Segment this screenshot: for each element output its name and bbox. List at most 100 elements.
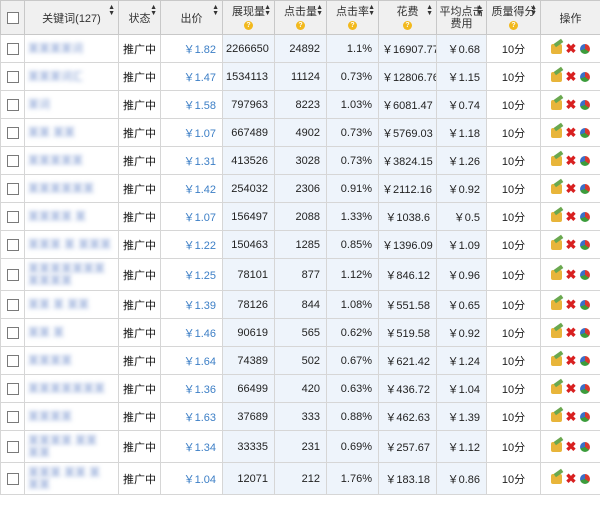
question-icon[interactable]: ?	[509, 20, 518, 30]
bid-cell[interactable]: ￥1.07	[160, 118, 223, 147]
bid-cell[interactable]: ￥1.04	[160, 462, 223, 495]
checkbox-box[interactable]	[6, 268, 19, 281]
question-icon[interactable]: ?	[403, 20, 412, 30]
edit-icon[interactable]	[550, 183, 562, 194]
keyword-cell[interactable]: 某某某某某某某 某某某某	[24, 258, 119, 291]
edit-icon[interactable]	[550, 299, 562, 310]
delete-icon[interactable]: ✖	[566, 182, 577, 195]
keyword-cell[interactable]: 某某 某某	[24, 118, 119, 147]
question-icon[interactable]: ?	[296, 20, 305, 30]
checkbox-box[interactable]	[6, 382, 19, 395]
sort-arrows-icon[interactable]: ▲ ▼	[264, 4, 271, 17]
edit-icon[interactable]	[550, 441, 562, 452]
keyword-text[interactable]: 某某 某	[28, 327, 64, 339]
bid-cell[interactable]: ￥1.42	[160, 174, 223, 203]
row-checkbox[interactable]	[0, 118, 25, 147]
row-checkbox[interactable]	[0, 90, 25, 119]
keyword-text[interactable]: 某某某 某 某某某	[28, 239, 111, 251]
bid-cell[interactable]: ￥1.46	[160, 318, 223, 347]
column-quality[interactable]: 质量得分? ▲ ▼	[486, 0, 541, 35]
keyword-cell[interactable]: 某某某某 某某 某某	[24, 430, 119, 463]
column-status[interactable]: 状态 ▲ ▼	[118, 0, 161, 35]
delete-icon[interactable]: ✖	[566, 354, 577, 367]
question-icon[interactable]: ?	[348, 20, 357, 30]
delete-icon[interactable]: ✖	[566, 210, 577, 223]
bid-cell[interactable]: ￥1.58	[160, 90, 223, 119]
row-checkbox[interactable]	[0, 374, 25, 403]
pie-chart-icon[interactable]	[580, 383, 591, 394]
row-checkbox[interactable]	[0, 430, 25, 463]
sort-arrows-icon[interactable]: ▲ ▼	[108, 4, 115, 17]
delete-icon[interactable]: ✖	[566, 154, 577, 167]
column-ctr[interactable]: 点击率? ▲ ▼	[326, 0, 379, 35]
keyword-text[interactable]: 某某某某某某某	[28, 263, 105, 275]
keyword-cell[interactable]: 某某某某 某	[24, 202, 119, 231]
edit-icon[interactable]	[550, 411, 562, 422]
keyword-text[interactable]: 某某 某某	[28, 127, 75, 139]
edit-icon[interactable]	[550, 239, 562, 250]
edit-icon[interactable]	[550, 473, 562, 484]
checkbox-box[interactable]	[6, 70, 19, 83]
pie-chart-icon[interactable]	[580, 71, 591, 82]
row-checkbox[interactable]	[0, 258, 25, 291]
edit-icon[interactable]	[550, 327, 562, 338]
checkbox-box[interactable]	[6, 326, 19, 339]
row-checkbox[interactable]	[0, 346, 25, 375]
pie-chart-icon[interactable]	[580, 441, 591, 452]
pie-chart-icon[interactable]	[580, 239, 591, 250]
bid-cell[interactable]: ￥1.63	[160, 402, 223, 431]
keyword-cell[interactable]: 某某某某	[24, 346, 119, 375]
keyword-cell[interactable]: 某某某某某某	[24, 174, 119, 203]
delete-icon[interactable]: ✖	[566, 70, 577, 83]
row-checkbox[interactable]	[0, 462, 25, 495]
edit-icon[interactable]	[550, 355, 562, 366]
column-avg-cost[interactable]: 平均点击 费用 ▲ ▼	[436, 0, 487, 35]
edit-icon[interactable]	[550, 71, 562, 82]
keyword-cell[interactable]: 某某某某某某某	[24, 374, 119, 403]
checkbox-box[interactable]	[6, 98, 19, 111]
column-impressions[interactable]: 展现量? ▲ ▼	[222, 0, 275, 35]
delete-icon[interactable]: ✖	[566, 440, 577, 453]
keyword-cell[interactable]: 某某某 某某 某某某	[24, 462, 119, 495]
delete-icon[interactable]: ✖	[566, 382, 577, 395]
bid-cell[interactable]: ￥1.82	[160, 34, 223, 63]
checkbox-box[interactable]	[6, 354, 19, 367]
keyword-text[interactable]: 某某某某	[28, 355, 72, 367]
checkbox-box[interactable]	[6, 11, 19, 24]
edit-icon[interactable]	[550, 99, 562, 110]
edit-icon[interactable]	[550, 269, 562, 280]
bid-cell[interactable]: ￥1.64	[160, 346, 223, 375]
pie-chart-icon[interactable]	[580, 473, 591, 484]
column-cost[interactable]: 花费? ▲ ▼	[378, 0, 437, 35]
bid-cell[interactable]: ￥1.22	[160, 230, 223, 259]
checkbox-box[interactable]	[6, 472, 19, 485]
column-bid[interactable]: 出价 ▲ ▼	[160, 0, 223, 35]
row-checkbox[interactable]	[0, 402, 25, 431]
keyword-text[interactable]: 某某某某词	[28, 43, 83, 55]
bid-cell[interactable]: ￥1.07	[160, 202, 223, 231]
edit-icon[interactable]	[550, 155, 562, 166]
checkbox-box[interactable]	[6, 410, 19, 423]
keyword-cell[interactable]: 某某 某 某某	[24, 290, 119, 319]
delete-icon[interactable]: ✖	[566, 326, 577, 339]
checkbox-box[interactable]	[6, 440, 19, 453]
checkbox-box[interactable]	[6, 126, 19, 139]
delete-icon[interactable]: ✖	[566, 472, 577, 485]
pie-chart-icon[interactable]	[580, 99, 591, 110]
pie-chart-icon[interactable]	[580, 411, 591, 422]
keyword-cell[interactable]: 某某某某	[24, 402, 119, 431]
sort-arrows-icon[interactable]: ▲ ▼	[530, 4, 537, 17]
pie-chart-icon[interactable]	[580, 155, 591, 166]
bid-cell[interactable]: ￥1.34	[160, 430, 223, 463]
bid-cell[interactable]: ￥1.39	[160, 290, 223, 319]
sort-arrows-icon[interactable]: ▲ ▼	[476, 4, 483, 17]
delete-icon[interactable]: ✖	[566, 268, 577, 281]
edit-icon[interactable]	[550, 383, 562, 394]
keyword-text[interactable]: 某某某某 某	[28, 211, 86, 223]
pie-chart-icon[interactable]	[580, 211, 591, 222]
checkbox-box[interactable]	[6, 210, 19, 223]
checkbox-box[interactable]	[6, 182, 19, 195]
column-clicks[interactable]: 点击量? ▲ ▼	[274, 0, 327, 35]
keyword-text[interactable]: 某某某某 某某	[28, 435, 97, 447]
row-checkbox[interactable]	[0, 230, 25, 259]
